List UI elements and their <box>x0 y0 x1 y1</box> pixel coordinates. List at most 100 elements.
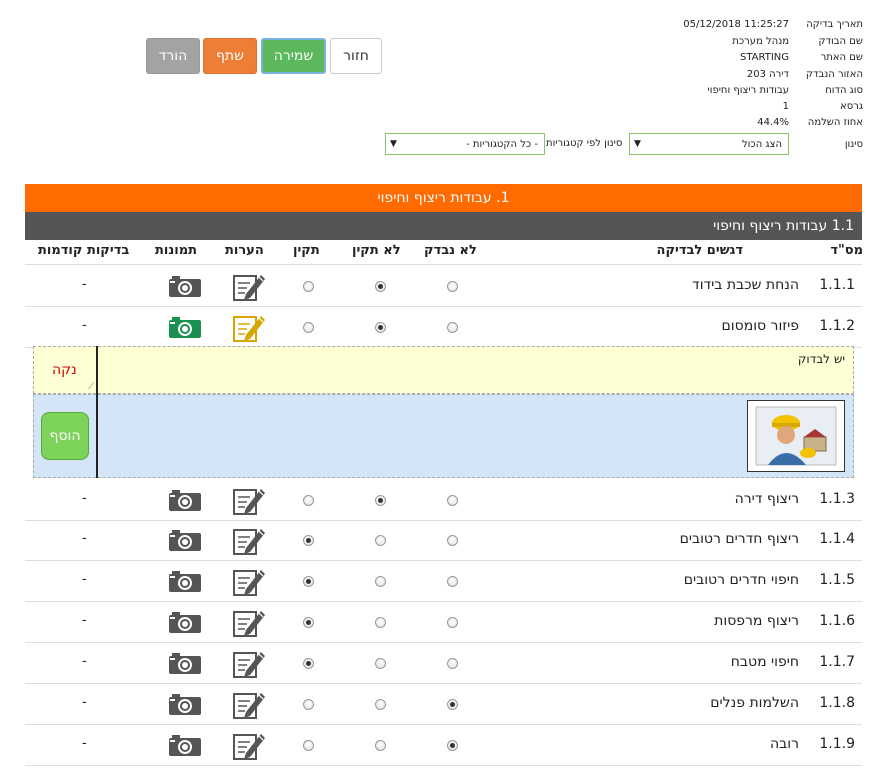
col-header-focus: דגשים לבדיקה <box>656 243 743 258</box>
radio-ok[interactable] <box>303 658 314 669</box>
info-value: 44.4% <box>757 117 789 128</box>
note-panel[interactable] <box>33 346 854 394</box>
share-button[interactable]: שתף <box>203 38 257 74</box>
radio-not-checked[interactable] <box>447 617 458 628</box>
subsection-header[interactable]: 1.1 עבודות ריצוף וחיפוי <box>25 212 862 240</box>
row-number: 1.1.2 <box>819 318 855 334</box>
divider <box>25 683 862 684</box>
radio-not-checked[interactable] <box>447 740 458 751</box>
radio-not-ok[interactable] <box>375 322 386 333</box>
divider <box>25 560 862 561</box>
row-label: השלמות פנלים <box>710 695 799 711</box>
camera-icon[interactable] <box>168 651 202 675</box>
row-label: פיזור סומסום <box>721 318 800 334</box>
radio-ok[interactable] <box>303 535 314 546</box>
col-header-previous: בדיקות קודמות <box>38 243 130 258</box>
download-button[interactable]: הורד <box>146 38 200 74</box>
radio-not-ok[interactable] <box>375 281 386 292</box>
notes-icon[interactable] <box>232 270 266 302</box>
info-label: גרסא <box>840 101 863 112</box>
info-value: 1 <box>782 101 789 112</box>
dropdown-arrow-icon: ▼ <box>634 139 641 149</box>
camera-icon[interactable] <box>168 692 202 716</box>
radio-not-checked[interactable] <box>447 495 458 506</box>
radio-not-ok[interactable] <box>375 617 386 628</box>
clear-note-button[interactable]: נקה <box>52 362 77 378</box>
filter-category-label: סינון לפי קטגוריות <box>546 138 623 149</box>
add-photo-button[interactable]: הוסף <box>41 412 89 460</box>
photo-thumbnail[interactable] <box>747 400 845 472</box>
radio-not-ok[interactable] <box>375 740 386 751</box>
photo-panel <box>33 394 854 478</box>
radio-ok[interactable] <box>303 576 314 587</box>
camera-icon[interactable] <box>168 528 202 552</box>
radio-ok[interactable] <box>303 740 314 751</box>
radio-ok[interactable] <box>303 281 314 292</box>
note-text[interactable]: יש לבדוק <box>798 352 845 366</box>
radio-ok[interactable] <box>303 617 314 628</box>
notes-icon[interactable] <box>232 565 266 597</box>
camera-icon[interactable] <box>168 315 202 339</box>
radio-ok[interactable] <box>303 322 314 333</box>
row-number: 1.1.7 <box>819 654 855 670</box>
radio-not-ok[interactable] <box>375 576 386 587</box>
notes-icon[interactable] <box>232 484 266 516</box>
notes-icon[interactable] <box>232 688 266 720</box>
previous-checks: - <box>82 531 87 546</box>
col-header-ok: תקין <box>293 243 320 258</box>
info-label: תאריך בדיקה <box>806 19 863 30</box>
camera-icon[interactable] <box>168 733 202 757</box>
row-label: ריצוף מרפסות <box>714 613 799 629</box>
row-label: ריצוף חדרים רטובים <box>679 531 799 547</box>
divider <box>25 520 862 521</box>
camera-icon[interactable] <box>168 569 202 593</box>
previous-checks: - <box>82 318 87 333</box>
camera-icon[interactable] <box>168 274 202 298</box>
row-label: ריצוף דירה <box>734 491 799 507</box>
camera-icon[interactable] <box>168 610 202 634</box>
radio-ok[interactable] <box>303 495 314 506</box>
previous-checks: - <box>82 277 87 292</box>
radio-not-ok[interactable] <box>375 699 386 710</box>
notes-icon[interactable] <box>232 606 266 638</box>
info-value: עבודות ריצוף וחיפוי <box>707 85 789 96</box>
divider <box>96 394 98 478</box>
divider <box>25 765 862 766</box>
filter-show-select[interactable]: הצג הכול ▼ <box>629 133 789 155</box>
info-value: דירה 203 <box>746 69 789 80</box>
previous-checks: - <box>82 491 87 506</box>
notes-icon[interactable] <box>232 524 266 556</box>
section-header[interactable]: 1. עבודות ריצוף וחיפוי <box>25 184 862 212</box>
radio-not-checked[interactable] <box>447 658 458 669</box>
divider <box>25 306 862 307</box>
row-number: 1.1.6 <box>819 613 855 629</box>
filter-category-select[interactable]: - כל הקטגוריות - ▼ <box>385 133 545 155</box>
notes-icon[interactable] <box>232 729 266 761</box>
radio-ok[interactable] <box>303 699 314 710</box>
radio-not-checked[interactable] <box>447 699 458 710</box>
radio-not-ok[interactable] <box>375 658 386 669</box>
save-button[interactable]: שמירה <box>261 38 326 74</box>
radio-not-checked[interactable] <box>447 281 458 292</box>
info-label: האזור הנבדק <box>805 69 863 80</box>
row-number: 1.1.1 <box>819 277 855 293</box>
camera-icon[interactable] <box>168 488 202 512</box>
radio-not-checked[interactable] <box>447 535 458 546</box>
col-header-not-ok: לא תקין <box>352 243 401 258</box>
info-label: שם הבודק <box>818 36 864 47</box>
divider <box>96 346 98 394</box>
dropdown-arrow-icon: ▼ <box>390 139 397 149</box>
notes-icon[interactable] <box>232 311 266 343</box>
radio-not-checked[interactable] <box>447 322 458 333</box>
row-label: חיפוי מטבח <box>730 654 799 670</box>
radio-not-ok[interactable] <box>375 535 386 546</box>
row-number: 1.1.9 <box>819 736 855 752</box>
back-button[interactable]: חזור <box>330 38 382 74</box>
radio-not-checked[interactable] <box>447 576 458 587</box>
resize-handle-icon[interactable]: ⟋ <box>88 382 94 392</box>
filter-category-value: - כל הקטגוריות - <box>466 138 538 150</box>
row-label: רובה <box>770 736 799 752</box>
notes-icon[interactable] <box>232 647 266 679</box>
radio-not-ok[interactable] <box>375 495 386 506</box>
filter-show-value: הצג הכול <box>742 138 782 150</box>
